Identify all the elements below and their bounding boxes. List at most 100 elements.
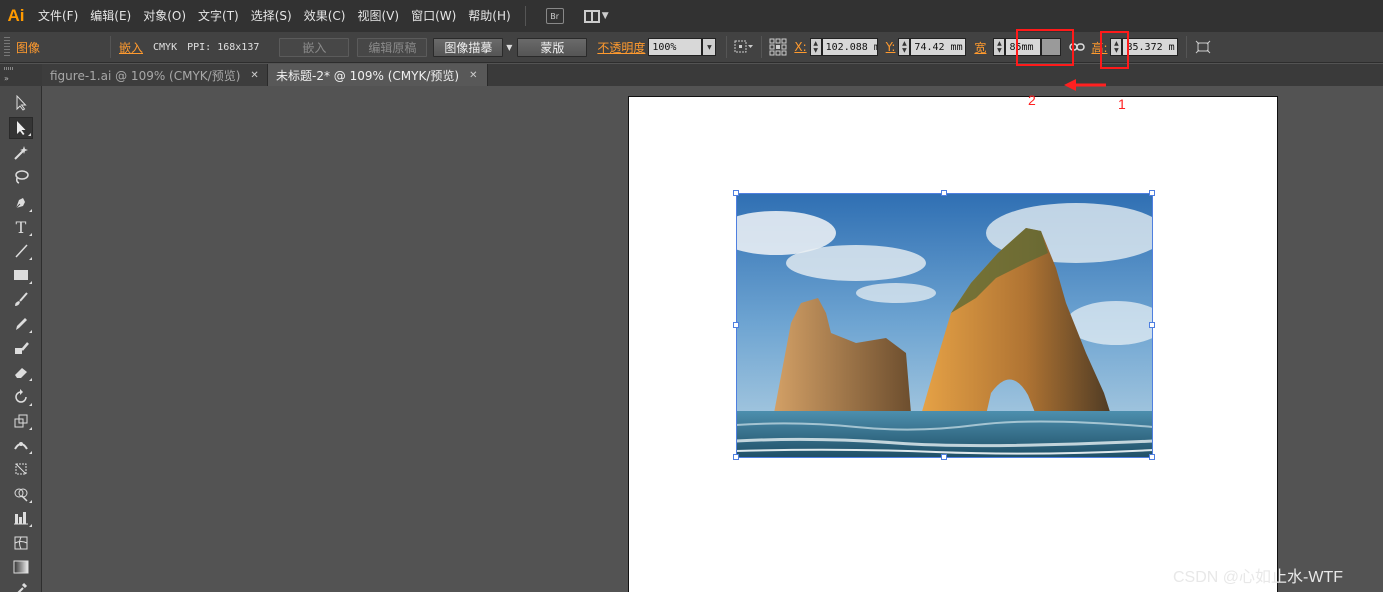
scale-tool[interactable] xyxy=(9,410,33,432)
column-graph-tool[interactable] xyxy=(9,507,33,529)
mask-button[interactable]: 蒙版 xyxy=(517,37,588,57)
width-tool-icon xyxy=(14,442,28,450)
ppi-readout: PPI: 168x137 xyxy=(187,41,260,53)
app-logo: Ai xyxy=(7,6,25,25)
menu-item-6[interactable]: 视图(V) xyxy=(351,0,405,32)
canvas-area[interactable] xyxy=(42,86,1383,592)
image-trace-button[interactable]: 图像描摹 xyxy=(433,37,504,57)
arrow-outline-icon xyxy=(16,95,27,111)
embed-link[interactable]: 嵌入 xyxy=(119,39,143,56)
arrow-filled-icon xyxy=(17,121,26,135)
transform-button[interactable] xyxy=(1191,40,1215,54)
shape-builder-icon xyxy=(14,488,28,502)
menu-divider xyxy=(524,6,526,26)
column-graph-icon xyxy=(14,512,28,525)
menu-item-3[interactable]: 文字(T) xyxy=(192,0,245,32)
toolbar-grip[interactable] xyxy=(4,67,14,70)
eraser-tool[interactable] xyxy=(9,361,33,383)
document-tabs: figure-1.ai @ 109% (CMYK/预览) ✕ 未标题-2* @ … xyxy=(42,64,1383,86)
resize-handle-bottom[interactable] xyxy=(941,454,947,460)
transform-icon xyxy=(1196,40,1211,54)
resize-handle-bottom-right[interactable] xyxy=(1149,454,1155,460)
gradient-tool[interactable] xyxy=(9,556,33,578)
annotation-box-link-button xyxy=(1100,31,1129,69)
free-transform-icon xyxy=(15,463,27,475)
y-label: Y: xyxy=(885,40,896,54)
resize-handle-top-left[interactable] xyxy=(733,190,739,196)
menu-item-4[interactable]: 选择(S) xyxy=(245,0,298,32)
x-stepper[interactable]: ▲ ▼ xyxy=(809,38,822,56)
menu-item-7[interactable]: 窗口(W) xyxy=(405,0,462,32)
pen-tool[interactable] xyxy=(9,192,33,214)
color-mode: CMYK xyxy=(153,41,178,53)
tab-figure-1[interactable]: figure-1.ai @ 109% (CMYK/预览) ✕ xyxy=(42,64,268,86)
arrange-documents-button[interactable]: ▼ xyxy=(583,9,609,23)
pencil-tool[interactable] xyxy=(9,313,33,335)
bridge-button[interactable]: Br xyxy=(545,8,564,24)
y-field[interactable]: 74.42 mm xyxy=(910,38,967,56)
eyedropper-tool[interactable] xyxy=(9,578,33,592)
divider xyxy=(726,36,728,58)
tab-label: figure-1.ai @ 109% (CMYK/预览) xyxy=(50,68,241,83)
magic-wand-icon xyxy=(14,146,28,160)
width-stepper[interactable]: ▲ ▼ xyxy=(993,38,1006,56)
menu-item-0[interactable]: 文件(F) xyxy=(32,0,84,32)
reference-point-icon xyxy=(769,38,787,56)
pen-nib-icon xyxy=(15,198,25,209)
watermark: CSDN @心如止水-WTF xyxy=(1173,569,1344,586)
menu-bar: Ai 文件(F) 编辑(E) 对象(O) 文字(T) 选择(S) 效果(C) 视图(V) 窗口… xyxy=(0,0,1383,32)
menu-item-2[interactable]: 对象(O) xyxy=(137,0,192,32)
opacity-select[interactable]: 100% ▼ xyxy=(648,38,717,56)
embed-button[interactable]: 嵌入 xyxy=(279,37,350,57)
menu-item-5[interactable]: 效果(C) xyxy=(298,0,352,32)
rotate-icon xyxy=(15,389,27,403)
close-icon[interactable]: ✕ xyxy=(250,70,258,81)
blob-brush-tool[interactable] xyxy=(9,337,33,359)
line-icon xyxy=(15,244,28,258)
collapse-arrows-icon[interactable]: » xyxy=(4,74,9,83)
menu-item-1[interactable]: 编辑(E) xyxy=(84,0,137,32)
resize-handle-bottom-left[interactable] xyxy=(733,454,739,460)
free-transform-tool[interactable] xyxy=(9,458,33,480)
control-bar: 图像 嵌入 CMYK PPI: 168x137 嵌入 编辑原稿 图像描摹 ▼ 蒙… xyxy=(0,32,1383,63)
menu-item-8[interactable]: 帮助(H) xyxy=(462,0,516,32)
paintbrush-tool[interactable] xyxy=(9,288,33,310)
direct-selection-tool[interactable] xyxy=(9,117,33,139)
edit-original-button[interactable]: 编辑原稿 xyxy=(357,37,428,57)
width-tool[interactable] xyxy=(9,434,33,456)
eraser-icon xyxy=(15,368,27,378)
opacity-field[interactable]: 100% xyxy=(648,38,703,56)
resize-handle-top-right[interactable] xyxy=(1149,190,1155,196)
width-label: 宽 xyxy=(974,40,987,55)
layout-icon xyxy=(583,9,600,23)
reference-point-button[interactable] xyxy=(766,38,790,56)
divider xyxy=(110,36,111,58)
image-trace-dropdown[interactable]: ▼ xyxy=(503,38,515,57)
selection-tool[interactable] xyxy=(9,92,33,114)
annotation-label-2: 2 xyxy=(1028,92,1036,108)
type-tool[interactable]: T xyxy=(9,216,33,238)
resize-handle-top[interactable] xyxy=(941,190,947,196)
opacity-dropdown[interactable]: ▼ xyxy=(702,38,717,56)
y-stepper[interactable]: ▲ ▼ xyxy=(898,38,911,56)
rotate-tool[interactable] xyxy=(9,386,33,408)
magic-wand-tool[interactable] xyxy=(9,142,33,164)
lasso-tool[interactable] xyxy=(9,166,33,188)
selection-bounding-box xyxy=(736,193,1153,458)
opacity-label[interactable]: 不透明度 xyxy=(597,39,645,56)
eyedropper-icon xyxy=(17,582,28,592)
resize-handle-right[interactable] xyxy=(1149,322,1155,328)
tab-untitled-2[interactable]: 未标题-2* @ 109% (CMYK/预览) ✕ xyxy=(268,64,488,86)
transform-reference-button[interactable] xyxy=(731,40,757,54)
height-field[interactable]: 85.372 m xyxy=(1122,38,1179,56)
mesh-tool[interactable] xyxy=(9,532,33,554)
rectangle-tool[interactable] xyxy=(9,264,33,286)
panel-grip[interactable] xyxy=(4,37,10,57)
x-field[interactable]: 102.088 m xyxy=(821,38,878,56)
close-icon[interactable]: ✕ xyxy=(469,70,477,81)
blob-brush-icon xyxy=(15,342,29,354)
shape-builder-tool[interactable] xyxy=(9,483,33,505)
line-segment-tool[interactable] xyxy=(9,240,33,262)
rectangle-icon xyxy=(14,270,28,280)
resize-handle-left[interactable] xyxy=(733,322,739,328)
